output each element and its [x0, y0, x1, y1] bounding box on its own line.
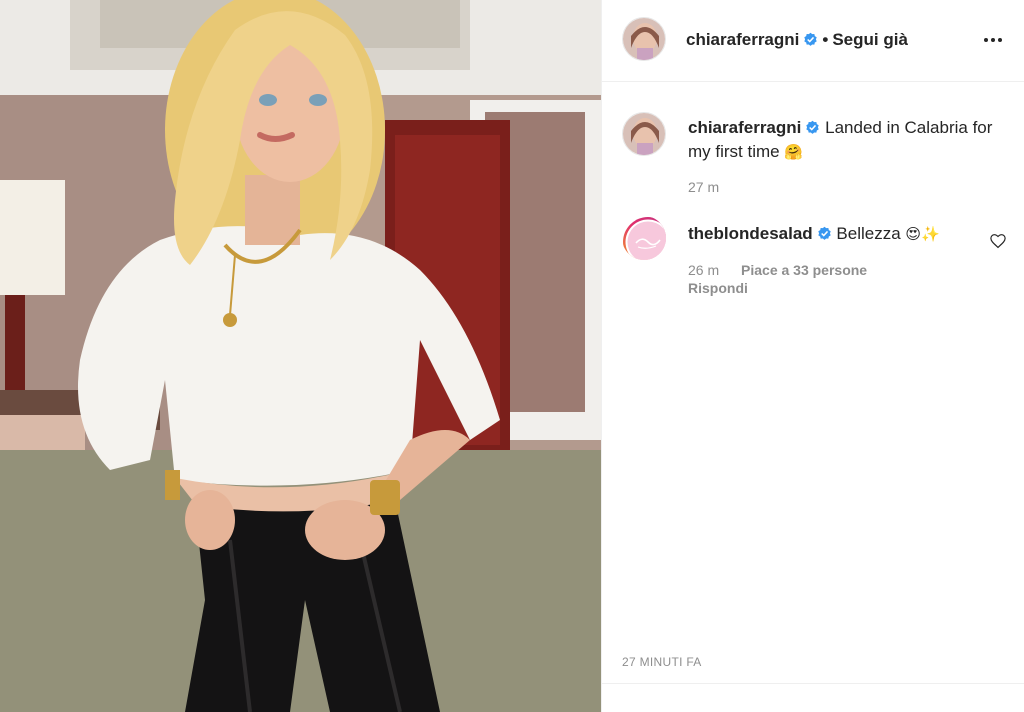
more-dot [984, 38, 988, 42]
post-photo-illustration [0, 0, 601, 712]
post-photo[interactable] [0, 0, 601, 712]
comment-text: Bellezza [836, 224, 901, 243]
post-header: chiaraferragni • Segui già [602, 0, 1024, 82]
caption-text-block: chiaraferragni Landed in Calabria for my… [688, 116, 1008, 165]
comment-text-block: theblondesalad Bellezza 😍✨ [688, 222, 940, 247]
commenter-avatar[interactable] [622, 216, 666, 260]
separator-dot: • [822, 30, 829, 49]
author-avatar[interactable] [622, 17, 666, 61]
header-user-line: chiaraferragni • Segui già [686, 30, 908, 50]
commenter-username[interactable]: theblondesalad [688, 224, 813, 243]
verified-badge-icon [804, 32, 818, 46]
more-options-icon[interactable] [981, 28, 1005, 52]
verified-badge-icon [806, 120, 820, 134]
post-timestamp[interactable]: 27 MINUTI FA [622, 655, 702, 669]
comment-time[interactable]: 26 m [688, 262, 719, 278]
commenter-avatar-image [623, 217, 666, 260]
heart-icon[interactable] [989, 232, 1007, 250]
follow-status-button[interactable]: Segui già [832, 30, 908, 49]
comment-meta: 26 m Piace a 33 persone [688, 262, 867, 278]
author-avatar-image [623, 18, 665, 60]
more-dot [998, 38, 1002, 42]
verified-badge-icon [818, 226, 831, 240]
caption-author-username[interactable]: chiaraferragni [688, 118, 801, 137]
comment-likes-link[interactable]: Piace a 33 persone [741, 262, 867, 278]
caption-author-avatar-image [623, 113, 665, 155]
post-detail-panel: chiaraferragni • Segui già chiaraferragni … [601, 0, 1024, 712]
caption-time[interactable]: 27 m [688, 179, 719, 195]
more-dot [991, 38, 995, 42]
caption-author-avatar[interactable] [622, 112, 666, 156]
author-username[interactable]: chiaraferragni [686, 30, 799, 49]
footer-divider [602, 683, 1024, 684]
reply-button[interactable]: Rispondi [688, 280, 748, 296]
caption-emoji: 🤗 [784, 144, 804, 161]
comment-emoji: 😍✨ [905, 226, 940, 243]
